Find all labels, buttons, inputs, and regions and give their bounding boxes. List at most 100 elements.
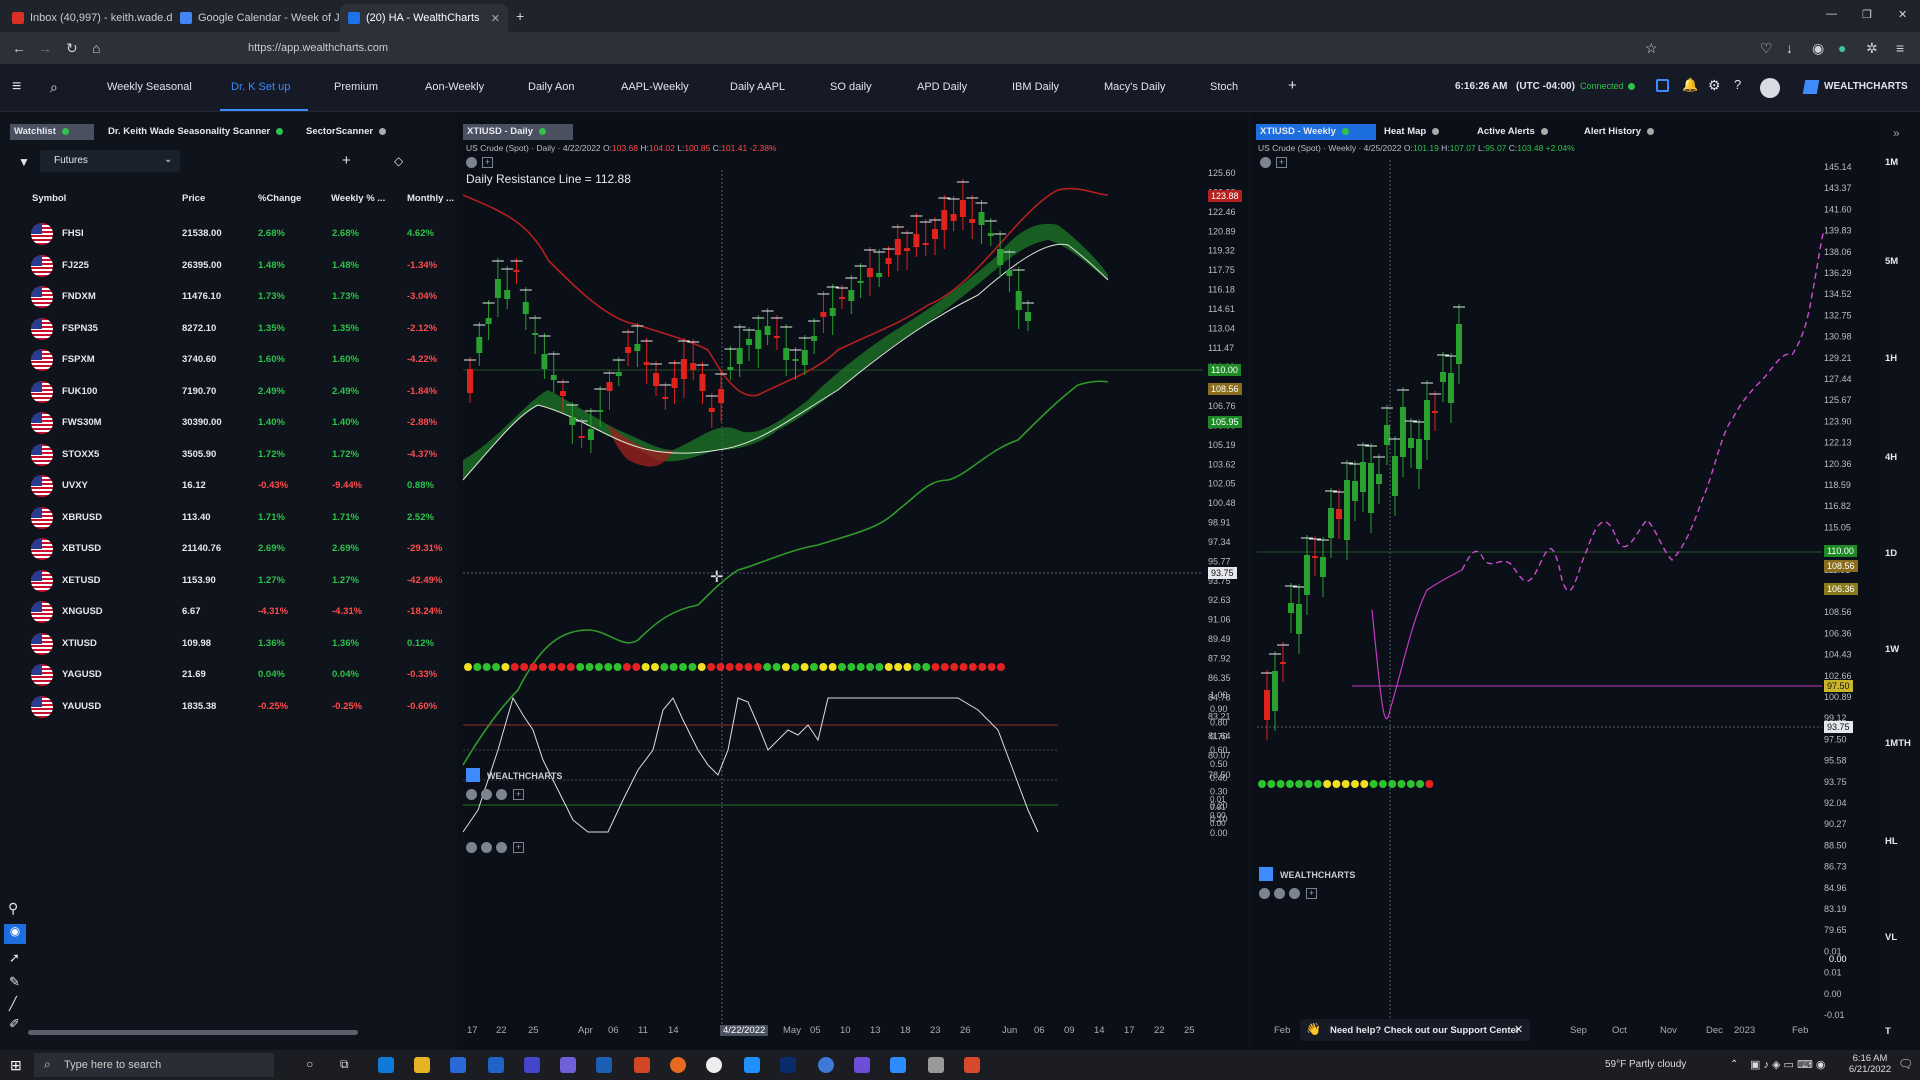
extensions-puzzle-icon[interactable]: ✲ xyxy=(1866,40,1878,56)
extension-icon[interactable]: ◉ xyxy=(1812,40,1824,56)
close-icon[interactable]: ✕ xyxy=(1514,1023,1523,1036)
bookmark-star-icon[interactable]: ☆ xyxy=(1645,40,1658,56)
timeframe-button[interactable]: 1MTH xyxy=(1885,738,1911,749)
settings-icon[interactable] xyxy=(466,842,477,853)
tab-daily-chart[interactable]: XTIUSD - Daily xyxy=(463,124,573,140)
cursor-icon[interactable]: ➚ xyxy=(9,950,20,966)
minimize-button[interactable]: — xyxy=(1826,8,1837,20)
support-banner[interactable]: 👋 Need help? Check out our Support Cente… xyxy=(1300,1019,1530,1041)
windows-start-icon[interactable]: ⊞ xyxy=(10,1057,22,1074)
timeframe-button[interactable]: T xyxy=(1885,1026,1891,1037)
collapse-icon[interactable] xyxy=(481,789,492,800)
teams-icon[interactable] xyxy=(854,1057,870,1073)
brush-icon[interactable]: ✐ xyxy=(9,1016,20,1032)
app-icon[interactable] xyxy=(928,1057,944,1073)
timeframe-button[interactable]: 1W xyxy=(1885,644,1899,655)
daily-chart-svg[interactable]: ✛ 125.60123.88122.46120.89119.32117.7511… xyxy=(458,150,1248,1050)
app-icon[interactable] xyxy=(706,1057,722,1073)
filter-icon[interactable]: ▼ xyxy=(18,155,30,169)
tab-alert-history[interactable]: Alert History xyxy=(1580,124,1658,140)
tab-weekly-chart[interactable]: XTIUSD - Weekly xyxy=(1256,124,1376,140)
table-row[interactable]: YAUUSD 1835.38 -0.25% -0.25% -0.60% xyxy=(28,691,448,722)
browser-tab-calendar[interactable]: Google Calendar - Week of Jun ✕ xyxy=(172,4,340,32)
edge-icon[interactable] xyxy=(378,1057,394,1073)
settings-icon[interactable] xyxy=(1259,888,1270,899)
home-icon[interactable]: ⌂ xyxy=(92,40,100,56)
weekly-chart-svg[interactable]: 145.14 143.37 141.60 139.83 138.06 136.29 134.… xyxy=(1252,150,1880,1050)
new-tab-button[interactable]: + xyxy=(516,8,524,24)
layout-tab-daily-aon[interactable]: Daily Aon xyxy=(528,81,574,93)
add-indicator-icon[interactable]: + xyxy=(513,789,524,800)
expand-icon[interactable] xyxy=(496,789,507,800)
add-indicator-icon[interactable]: + xyxy=(513,842,524,853)
table-row[interactable]: FHSI 21538.00 2.68% 2.68% 4.62% xyxy=(28,218,448,249)
table-row[interactable]: FSPN35 8272.10 1.35% 1.35% -2.12% xyxy=(28,313,448,344)
settings-icon[interactable] xyxy=(466,789,477,800)
table-row[interactable]: XBRUSD 113.40 1.71% 1.71% 2.52% xyxy=(28,502,448,533)
column-header-change[interactable]: %Change xyxy=(258,193,301,204)
taskbar-clock[interactable]: 6:16 AM 6/21/2022 xyxy=(1848,1053,1892,1075)
tab-watchlist[interactable]: Watchlist xyxy=(10,124,94,140)
url-field[interactable]: https://app.wealthcharts.com xyxy=(200,37,1660,59)
tab-active-alerts[interactable]: Active Alerts xyxy=(1473,124,1552,140)
gear-icon[interactable]: ⚙ xyxy=(1708,77,1721,94)
timeframe-button[interactable]: 5M xyxy=(1885,256,1898,267)
zoom-icon[interactable] xyxy=(890,1057,906,1073)
teams-icon[interactable] xyxy=(560,1057,576,1073)
forward-icon[interactable]: → xyxy=(38,40,52,56)
word-icon[interactable] xyxy=(596,1057,612,1073)
layout-tab-apd-daily[interactable]: APD Daily xyxy=(917,81,967,93)
add-indicator-icon[interactable]: + xyxy=(1306,888,1317,899)
file-explorer-icon[interactable] xyxy=(414,1057,430,1073)
collapse-panel-icon[interactable]: » xyxy=(1893,126,1900,140)
column-header-symbol[interactable]: Symbol xyxy=(32,193,66,204)
table-row[interactable]: STOXX5 3505.90 1.72% 1.72% -4.37% xyxy=(28,439,448,470)
collapse-icon[interactable] xyxy=(481,842,492,853)
layout-tab-daily-aapl[interactable]: Daily AAPL xyxy=(730,81,785,93)
pencil-icon[interactable]: ✎ xyxy=(9,974,20,990)
task-view-icon[interactable]: ⧉ xyxy=(340,1057,349,1072)
tab-heat-map[interactable]: Heat Map xyxy=(1380,124,1443,140)
tray-chevron-icon[interactable]: ⌃ xyxy=(1730,1059,1738,1070)
expand-icon[interactable] xyxy=(1289,888,1300,899)
menu-icon[interactable]: ≡ xyxy=(1896,40,1904,56)
table-row[interactable]: FUK100 7190.70 2.49% 2.49% -1.84% xyxy=(28,376,448,407)
layout-tab-stoch[interactable]: Stoch xyxy=(1210,81,1238,93)
timeframe-button[interactable]: 4H xyxy=(1885,452,1897,463)
timeframe-button[interactable]: VL xyxy=(1885,932,1897,943)
table-row[interactable]: YAGUSD 21.69 0.04% 0.04% -0.33% xyxy=(28,659,448,690)
layout-tab-weekly-seasonal[interactable]: Weekly Seasonal xyxy=(107,81,192,93)
layout-tab-ibm-daily[interactable]: IBM Daily xyxy=(1012,81,1059,93)
add-layout-button[interactable]: + xyxy=(1288,77,1297,94)
download-icon[interactable]: ↓ xyxy=(1786,40,1793,56)
table-row[interactable]: XNGUSD 6.67 -4.31% -4.31% -18.24% xyxy=(28,596,448,627)
tab-sector-scanner[interactable]: SectorScanner xyxy=(302,124,390,140)
browser-tab-gmail[interactable]: Inbox (40,997) - keith.wade.dba ✕ xyxy=(4,4,172,32)
eraser-icon[interactable]: ◇ xyxy=(394,154,403,168)
layout-tab-premium[interactable]: Premium xyxy=(334,81,378,93)
reload-icon[interactable]: ↻ xyxy=(66,40,78,56)
close-window-button[interactable]: ✕ xyxy=(1898,8,1907,21)
timezone[interactable]: (UTC -04:00) xyxy=(1516,81,1575,92)
table-row[interactable]: UVXY 16.12 -0.43% -9.44% 0.88% xyxy=(28,470,448,501)
timeframe-button[interactable]: HL xyxy=(1885,836,1898,847)
layout-tab-so-daily[interactable]: SO daily xyxy=(830,81,872,93)
table-row[interactable]: XTIUSD 109.98 1.36% 1.36% 0.12% xyxy=(28,628,448,659)
app-icon[interactable] xyxy=(780,1057,796,1073)
app-icon[interactable] xyxy=(524,1057,540,1073)
layout-tab-macys-daily[interactable]: Macy's Daily xyxy=(1104,81,1165,93)
horizontal-scrollbar[interactable] xyxy=(28,1030,358,1035)
hamburger-menu-icon[interactable]: ≡ xyxy=(12,78,21,96)
search-icon[interactable]: ⌕ xyxy=(50,79,58,96)
add-symbol-button[interactable]: + xyxy=(342,152,351,169)
layout-tab-aapl-weekly[interactable]: AAPL-Weekly xyxy=(621,81,689,93)
pocket-icon[interactable]: ♡ xyxy=(1760,40,1773,56)
layout-tab-dr-k-setup[interactable]: Dr. K Set up xyxy=(231,81,290,93)
browser-tab-wealthcharts[interactable]: (20) HA - WealthCharts ✕ xyxy=(340,4,508,32)
timeframe-button[interactable]: 1M xyxy=(1885,157,1898,168)
powerpoint-icon[interactable] xyxy=(634,1057,650,1073)
table-row[interactable]: FJ225 26395.00 1.48% 1.48% -1.34% xyxy=(28,250,448,281)
table-row[interactable]: FWS30M 30390.00 1.40% 1.40% -2.88% xyxy=(28,407,448,438)
bell-icon[interactable]: 🔔 xyxy=(1682,77,1698,93)
expand-icon[interactable] xyxy=(496,842,507,853)
